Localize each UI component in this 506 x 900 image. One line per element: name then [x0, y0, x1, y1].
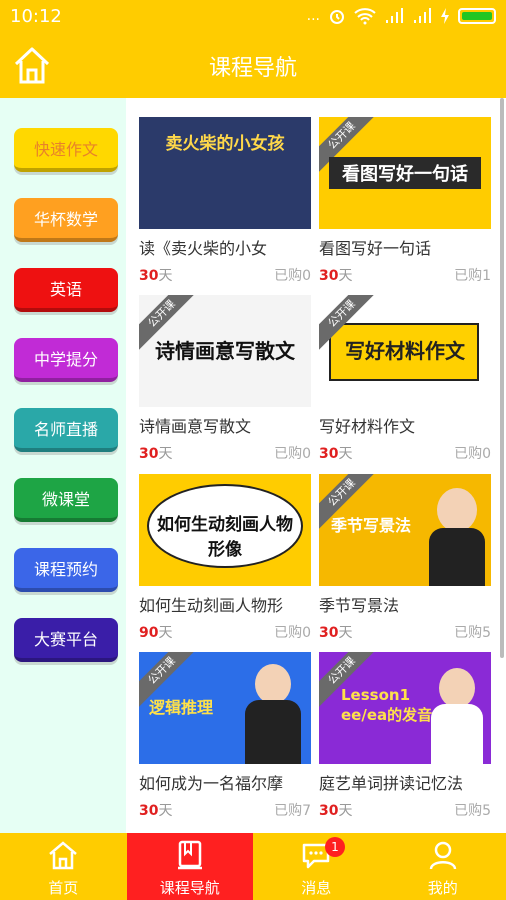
bottom-tab-bar: 首页 课程导航 1 消息 我的 — [0, 833, 506, 900]
battery-icon — [458, 8, 496, 24]
alarm-icon — [330, 10, 344, 24]
course-bought: 已购0 — [274, 625, 311, 641]
course-days: 30 — [319, 803, 339, 819]
course-days: 30 — [139, 803, 159, 819]
teacher-photo — [431, 704, 483, 764]
course-thumbnail: 公开课 逻辑推理 — [139, 652, 311, 764]
course-card[interactable]: 公开课 逻辑推理 如何成为一名福尔摩 30天 已购7 — [139, 652, 311, 820]
sidebar-item-course-booking[interactable]: 课程预约 — [14, 548, 118, 592]
home-icon — [49, 841, 77, 870]
course-title: 写好材料作文 — [319, 417, 416, 436]
top-bar: 10:12 ... 课程导航 — [0, 0, 506, 98]
course-bought: 已购0 — [274, 268, 311, 284]
tab-course-navigation[interactable]: 课程导航 — [126, 833, 253, 900]
course-days: 30 — [139, 446, 159, 462]
course-bought: 已购5 — [454, 803, 491, 819]
tab-label: 我的 — [427, 879, 458, 897]
course-card[interactable]: 如何生动刻画人物形像 如何生动刻画人物形 90天 已购0 — [139, 474, 311, 642]
days-unit: 天 — [338, 268, 353, 284]
page-title: 课程导航 — [208, 56, 297, 81]
course-title: 如何成为一名福尔摩 — [139, 774, 284, 793]
course-title: 季节写景法 — [319, 596, 400, 615]
course-bought: 已购1 — [454, 268, 491, 284]
status-time: 10:12 — [10, 6, 62, 27]
course-card[interactable]: 公开课 写好材料作文 写好材料作文 30天 已购0 — [319, 295, 491, 463]
sidebar-item-micro-class[interactable]: 微课堂 — [14, 478, 118, 522]
course-title: 如何生动刻画人物形 — [139, 596, 284, 615]
sidebar-item-contest-platform[interactable]: 大赛平台 — [14, 618, 118, 662]
course-bought: 已购7 — [274, 803, 311, 819]
signal-icon — [386, 8, 403, 23]
course-title: 诗情画意写散文 — [139, 417, 252, 436]
user-icon — [429, 841, 456, 870]
signal-icon — [414, 8, 431, 23]
tab-label: 首页 — [48, 879, 79, 897]
course-bought: 已购5 — [454, 625, 491, 641]
teacher-photo — [439, 668, 475, 708]
thumbnail-text: Lesson1 ee/ea的发音 — [341, 686, 433, 724]
teacher-photo — [255, 664, 291, 704]
message-count-badge: 1 — [325, 837, 345, 857]
days-unit: 天 — [158, 446, 173, 462]
course-card[interactable]: 公开课 看图写好一句话 看图写好一句话 30天 已购1 — [319, 117, 491, 285]
course-thumbnail: 公开课 Lesson1 ee/ea的发音 — [319, 652, 491, 764]
days-unit: 天 — [158, 625, 173, 641]
course-thumbnail: 卖火柴的小女孩 — [139, 117, 311, 229]
course-card[interactable]: 公开课 季节写景法 季节写景法 30天 已购5 — [319, 474, 491, 642]
tab-home[interactable]: 首页 — [0, 833, 127, 900]
course-days: 30 — [139, 268, 159, 284]
days-unit: 天 — [338, 446, 353, 462]
course-thumbnail: 公开课 季节写景法 — [319, 474, 491, 586]
course-thumbnail: 如何生动刻画人物形像 — [139, 474, 311, 586]
course-days: 30 — [319, 268, 339, 284]
course-card[interactable]: 卖火柴的小女孩 读《卖火柴的小女 30天 已购0 — [139, 117, 311, 285]
course-bought: 已购0 — [454, 446, 491, 462]
course-thumbnail: 公开课 看图写好一句话 — [319, 117, 491, 229]
thumbnail-text: 看图写好一句话 — [329, 157, 481, 189]
thumbnail-text: 写好材料作文 — [345, 339, 465, 363]
sidebar-item-live-teacher[interactable]: 名师直播 — [14, 408, 118, 452]
thumbnail-text: 诗情画意写散文 — [155, 339, 295, 363]
thumbnail-text: 卖火柴的小女孩 — [165, 134, 285, 154]
course-thumbnail: 公开课 诗情画意写散文 — [139, 295, 311, 407]
book-icon — [177, 840, 202, 870]
days-unit: 天 — [338, 625, 353, 641]
teacher-photo — [437, 488, 477, 532]
course-days: 90 — [139, 625, 159, 641]
status-icons: ... — [307, 7, 496, 25]
teacher-photo — [429, 528, 485, 586]
course-days: 30 — [319, 625, 339, 641]
tab-profile[interactable]: 我的 — [380, 833, 506, 900]
tab-label: 消息 — [301, 879, 332, 897]
course-bought: 已购0 — [274, 446, 311, 462]
sidebar-item-middle-school[interactable]: 中学提分 — [14, 338, 118, 382]
thumbnail-text: 如何生动刻画人物形像 — [157, 515, 293, 560]
course-title: 看图写好一句话 — [319, 239, 432, 258]
category-sidebar: 快速作文 华杯数学 英语 中学提分 名师直播 微课堂 课程预约 大赛平台 — [0, 98, 126, 833]
teacher-photo — [245, 700, 301, 764]
course-days: 30 — [319, 446, 339, 462]
days-unit: 天 — [158, 803, 173, 819]
course-title: 庭艺单词拼读记忆法 — [319, 774, 464, 793]
scrollbar[interactable] — [500, 98, 504, 658]
charging-icon — [441, 8, 449, 24]
tab-label: 课程导航 — [159, 879, 220, 897]
course-card[interactable]: 公开课 诗情画意写散文 诗情画意写散文 30天 已购0 — [139, 295, 311, 463]
status-bar: 10:12 ... — [0, 0, 506, 34]
tab-messages[interactable]: 1 消息 — [253, 833, 380, 900]
course-title: 读《卖火柴的小女 — [139, 239, 268, 258]
sidebar-item-english[interactable]: 英语 — [14, 268, 118, 312]
course-thumbnail: 公开课 写好材料作文 — [319, 295, 491, 407]
days-unit: 天 — [158, 268, 173, 284]
course-card[interactable]: 公开课 Lesson1 ee/ea的发音 庭艺单词拼读记忆法 30天 已购5 — [319, 652, 491, 820]
wifi-icon — [354, 8, 376, 25]
course-grid: 卖火柴的小女孩 读《卖火柴的小女 30天 已购0 公开课 看图写好一句话 看图写好… — [126, 98, 500, 833]
status-dots: ... — [306, 8, 320, 24]
sidebar-item-quick-composition[interactable]: 快速作文 — [14, 128, 118, 172]
days-unit: 天 — [338, 803, 353, 819]
sidebar-item-huabei-math[interactable]: 华杯数学 — [14, 198, 118, 242]
